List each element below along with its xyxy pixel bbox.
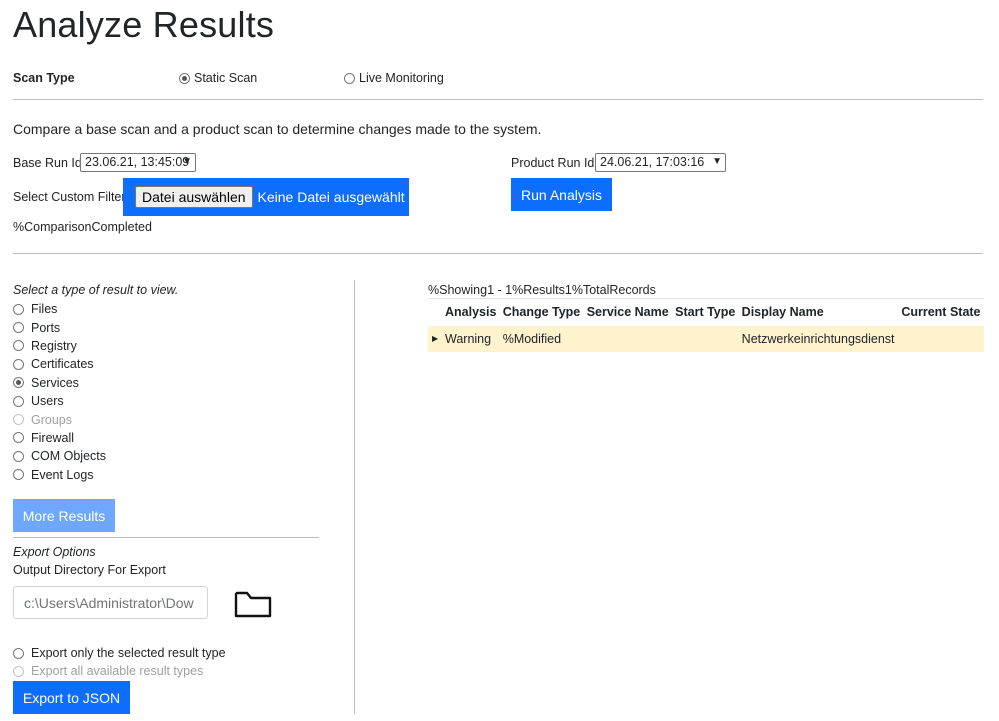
cell-display-name: Netzwerkeinrichtungsdienst [738,325,899,352]
result-type-services[interactable]: Services [13,374,106,392]
result-type-event-logs[interactable]: Event Logs [13,466,106,484]
export-selected-type-radio[interactable]: Export only the selected result type [13,646,226,660]
header-change-type[interactable]: Change Type [499,298,584,326]
radio-indicator[interactable] [13,322,24,334]
more-results-button[interactable]: More Results [13,499,115,532]
radio-indicator[interactable] [13,340,24,352]
radio-indicator[interactable] [13,647,24,659]
table-header-row: Analysis Change Type Service Name Start … [428,298,984,326]
header-service-name[interactable]: Service Name [583,298,673,326]
base-run-label: Base Run Id [13,156,82,170]
result-type-label: Certificates [31,357,94,372]
cell-analysis: Warning [442,325,500,352]
chevron-down-icon: ▼ [712,156,722,167]
radio-indicator[interactable] [13,358,24,370]
radio-indicator[interactable] [13,450,24,462]
export-options-caption: Export Options [13,545,96,559]
product-run-value: 24.06.21, 17:03:16 [600,155,705,169]
header-analysis[interactable]: Analysis [442,298,500,326]
static-scan-label: Static Scan [194,71,258,85]
results-table: Analysis Change Type Service Name Start … [428,298,984,352]
result-type-label: Groups [31,412,72,427]
export-all-types-label: Export all available result types [31,664,204,678]
product-run-select[interactable]: 24.06.21, 17:03:16 ▼ [595,153,726,172]
description-text: Compare a base scan and a product scan t… [13,121,542,137]
cell-start-type [672,325,739,352]
base-run-select[interactable]: 23.06.21, 13:45:09 ▼ [80,153,196,172]
static-scan-radio-indicator[interactable] [179,72,190,84]
radio-indicator[interactable] [13,303,24,315]
custom-filter-label: Select Custom Filter [13,190,126,204]
header-display-name[interactable]: Display Name [738,298,899,326]
result-type-label: COM Objects [31,449,107,464]
result-type-files[interactable]: Files [13,300,106,318]
result-type-caption: Select a type of result to view. [13,283,179,297]
header-start-type[interactable]: Start Type [672,298,739,326]
file-status-text: Keine Datei ausgewählt [257,189,405,205]
result-type-label: Users [31,394,64,409]
result-type-com-objects[interactable]: COM Objects [13,447,106,465]
choose-file-button[interactable]: Datei auswählen [135,186,253,208]
live-monitoring-radio[interactable]: Live Monitoring [344,71,444,85]
scan-type-group: Scan Type Static Scan Live Monitoring [13,70,983,90]
radio-indicator[interactable] [13,395,24,407]
product-run-label: Product Run Id [511,156,595,170]
result-type-label: Registry [31,338,77,353]
divider-middle [13,253,983,254]
folder-icon[interactable] [234,589,272,619]
export-json-button[interactable]: Export to JSON [13,681,130,714]
static-scan-radio[interactable]: Static Scan [179,71,257,85]
export-dir-input[interactable]: c:\Users\Administrator\Dow [13,586,208,619]
result-type-label: Ports [31,320,61,335]
divider-top [13,99,983,100]
result-type-certificates[interactable]: Certificates [13,355,106,373]
cell-current-state [898,325,984,352]
radio-indicator[interactable] [13,377,24,389]
result-type-label: Firewall [31,430,75,445]
radio-indicator [13,665,24,677]
result-type-label: Services [31,375,79,390]
export-all-types-radio: Export all available result types [13,664,203,678]
result-type-firewall[interactable]: Firewall [13,429,106,447]
export-selected-type-label: Export only the selected result type [31,646,226,660]
result-type-label: Files [31,302,58,317]
base-run-value: 23.06.21, 13:45:09 [85,155,190,169]
cell-change-type: %Modified [499,325,584,352]
result-type-list: Files Ports Registry Certificates Servic… [13,300,106,484]
radio-indicator[interactable] [13,469,24,481]
header-expand [428,298,442,326]
page-title: Analyze Results [13,4,275,45]
comparison-status: %ComparisonCompleted [13,220,152,234]
scan-type-label: Scan Type [13,71,75,85]
chevron-down-icon: ▼ [182,156,192,167]
header-current-state[interactable]: Current State [898,298,984,326]
result-type-ports[interactable]: Ports [13,318,106,336]
divider-export [13,537,319,538]
result-type-label: Event Logs [31,467,94,482]
live-monitoring-label: Live Monitoring [359,71,444,85]
export-dir-label: Output Directory For Export [13,563,166,577]
result-type-users[interactable]: Users [13,392,106,410]
run-analysis-button[interactable]: Run Analysis [511,178,612,211]
records-summary: %Showing1 - 1%Results1%TotalRecords [428,283,656,297]
radio-indicator[interactable] [13,432,24,444]
result-type-groups: Groups [13,410,106,428]
table-row[interactable]: ▶ Warning %Modified Netzwerkeinrichtungs… [428,325,984,352]
cell-service-name [583,325,673,352]
radio-indicator [13,414,24,426]
vertical-divider [354,280,355,714]
custom-filter-file-input[interactable]: Datei auswählen Keine Datei ausgewählt [123,178,409,216]
caret-right-icon[interactable]: ▶ [428,325,442,352]
live-monitoring-radio-indicator[interactable] [344,72,355,84]
result-type-registry[interactable]: Registry [13,337,106,355]
